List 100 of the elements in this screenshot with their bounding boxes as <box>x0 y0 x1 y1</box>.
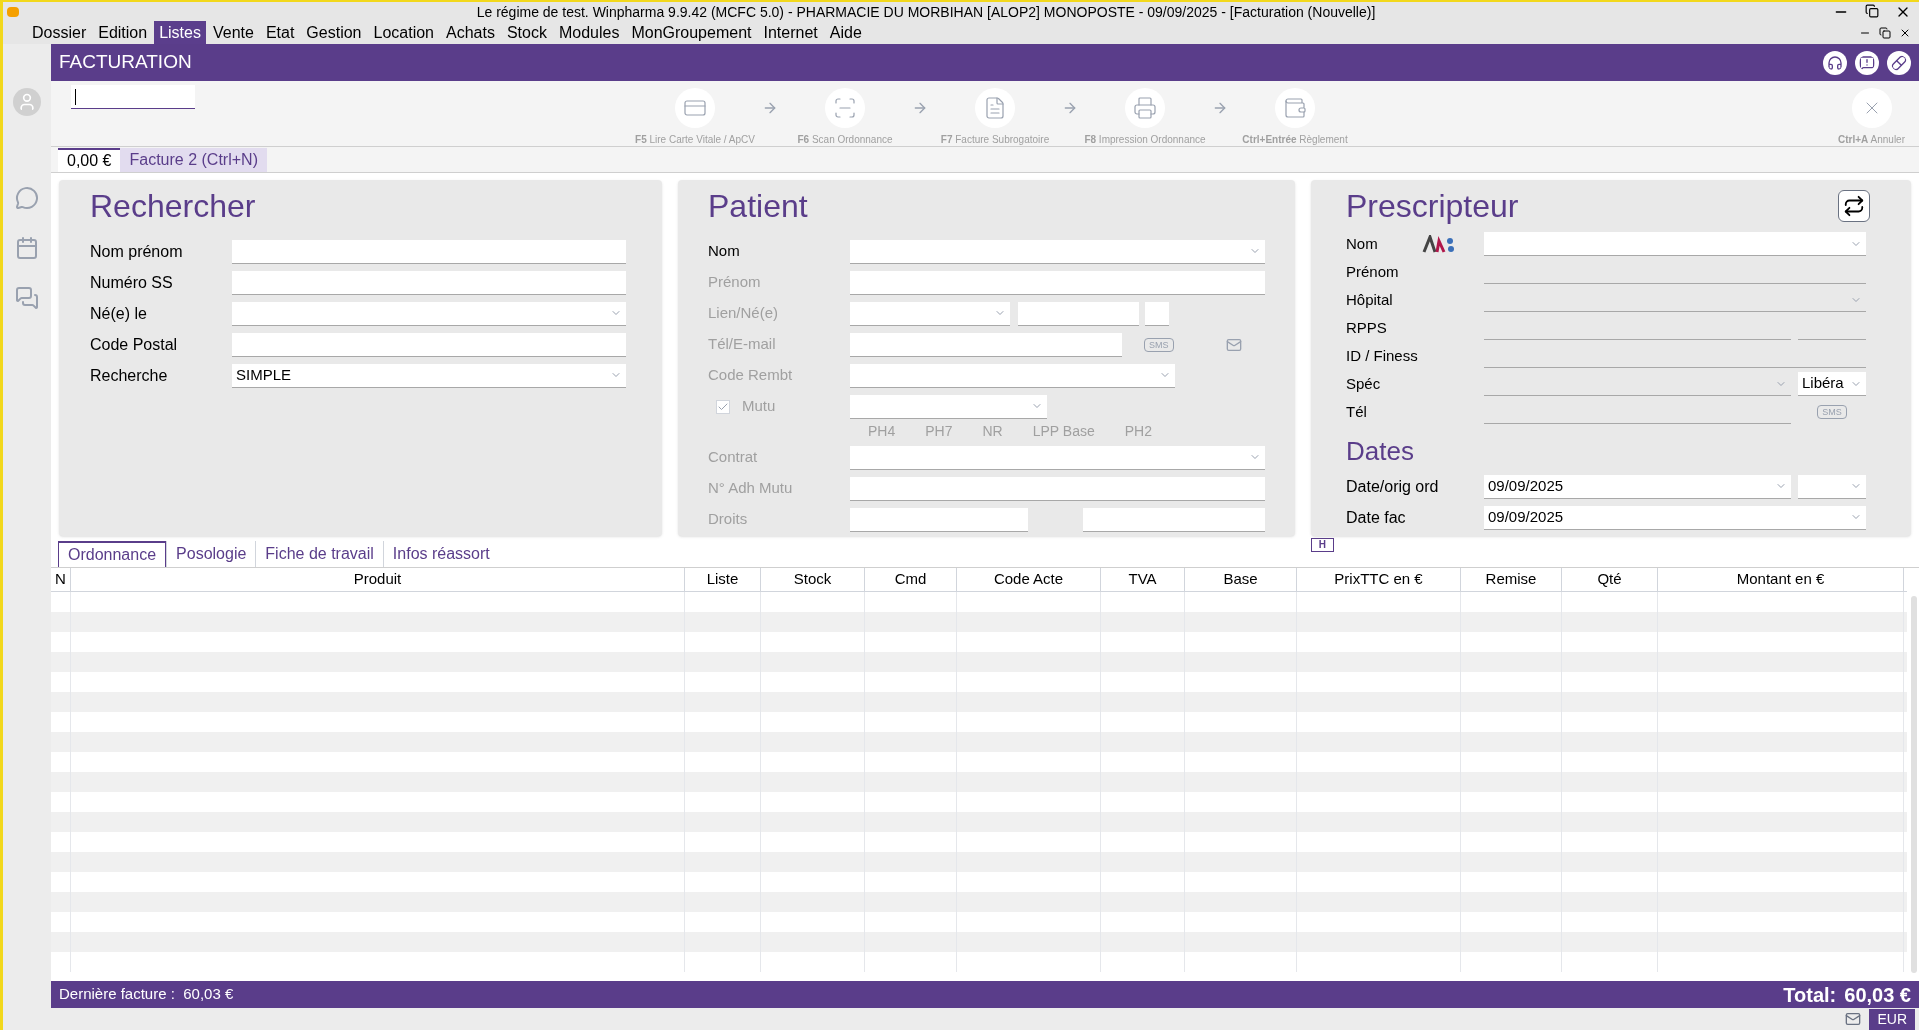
scan-icon <box>833 96 857 120</box>
detail-tab[interactable]: Posologie <box>166 541 256 567</box>
scrollbar[interactable] <box>1911 596 1917 973</box>
mail-icon[interactable] <box>1845 1011 1862 1027</box>
mail-icon[interactable] <box>1225 336 1242 353</box>
column-header[interactable]: Montant en € <box>1658 568 1904 591</box>
input-field[interactable] <box>850 476 1265 501</box>
dropdown-field[interactable] <box>232 301 626 326</box>
menu-item[interactable]: MonGroupement <box>626 21 757 45</box>
total-label: Total: <box>1783 982 1837 1008</box>
chat-icon[interactable] <box>15 186 39 210</box>
messages-icon[interactable] <box>15 286 39 310</box>
field-label: Recherche <box>90 365 169 386</box>
dropdown-field[interactable] <box>850 363 1175 388</box>
field-label: Hôpital <box>1346 289 1393 310</box>
field-label: Date/orig ord <box>1346 476 1440 497</box>
detail-tab[interactable]: Infos réassort <box>382 541 499 567</box>
detail-tab[interactable]: Ordonnance <box>58 541 167 567</box>
panel-title: Prescripteur <box>1346 187 1519 226</box>
input-field[interactable] <box>232 239 626 264</box>
arrow-icon <box>1212 100 1228 116</box>
section-title: Dates <box>1346 435 1415 468</box>
dropdown-field[interactable]: SIMPLE <box>232 363 626 388</box>
column-header[interactable]: Base <box>1185 568 1297 591</box>
printer-icon <box>1133 96 1157 120</box>
dropdown-field[interactable]: 09/09/2025 <box>1484 474 1791 499</box>
wallet-icon <box>1283 96 1307 120</box>
column-header[interactable]: Stock <box>761 568 865 591</box>
column-label: LPP Base <box>1032 422 1095 441</box>
feedback-icon[interactable] <box>1855 50 1879 75</box>
dropdown-field[interactable] <box>850 239 1265 264</box>
input-field[interactable] <box>232 332 626 357</box>
menu-item[interactable]: Gestion <box>301 21 367 45</box>
column-header[interactable]: Produit <box>71 568 685 591</box>
close-icon[interactable] <box>1899 27 1911 39</box>
panel-title: Patient <box>708 187 809 226</box>
user-icon[interactable] <box>13 88 41 116</box>
last-invoice-text: Dernière facture : 60,03 € <box>59 984 235 1005</box>
window-title: Le régime de test. Winpharma 9.9.42 (MCFC 5.0) - PHARMACIE DU MORBIHAN [ALOP2] MONOPOSTE - 09/09/2025 - [Facturation (Nouvelle)] <box>475 2 1377 22</box>
menu-item[interactable]: Vente <box>207 21 259 45</box>
menu-item[interactable]: Dossier <box>27 21 92 45</box>
invoice-tab[interactable]: 0,00 € <box>58 148 121 172</box>
field-label: Nom <box>1346 233 1378 254</box>
restore-icon[interactable] <box>1879 27 1891 39</box>
input-field[interactable] <box>1083 507 1265 532</box>
column-header[interactable]: Qté <box>1562 568 1658 591</box>
field-label: Né(e) le <box>90 303 148 324</box>
input-field[interactable] <box>1145 301 1169 326</box>
menu-item[interactable]: Stock <box>501 21 552 45</box>
dropdown-field[interactable] <box>1484 232 1866 256</box>
menu-item[interactable]: Edition <box>93 21 153 45</box>
pill-icon[interactable] <box>1887 50 1911 75</box>
field-label: N° Adh Mutu <box>708 478 794 499</box>
column-header[interactable]: N <box>51 568 71 591</box>
column-header[interactable]: Remise <box>1461 568 1562 591</box>
dropdown-field[interactable] <box>1798 474 1866 499</box>
column-label: PH4 <box>868 422 896 441</box>
input-field[interactable] <box>850 270 1265 295</box>
menu-item[interactable]: Listes <box>154 21 206 45</box>
app-logo-icon <box>7 7 19 17</box>
menu-item[interactable]: Achats <box>441 21 500 45</box>
column-header[interactable]: Code Acte <box>957 568 1101 591</box>
detail-tab[interactable]: Fiche de travail <box>255 541 383 567</box>
swap-icon[interactable] <box>1838 190 1870 222</box>
field-label: Spéc <box>1346 373 1381 394</box>
page-title: FACTURATION <box>59 50 193 75</box>
field-label: Mutu <box>742 396 776 417</box>
panel-title: Rechercher <box>90 187 257 226</box>
menu-item[interactable]: Modules <box>553 21 625 45</box>
input-field[interactable] <box>850 507 1028 532</box>
restore-icon[interactable] <box>1865 4 1879 18</box>
field-label: Prénom <box>708 272 762 293</box>
h-button[interactable]: H <box>1310 538 1334 552</box>
column-header[interactable]: Cmd <box>865 568 957 591</box>
search-input[interactable] <box>71 85 195 109</box>
input-field[interactable] <box>1018 301 1139 326</box>
field-label: Lien/Né(e) <box>708 303 780 324</box>
dropdown-field[interactable] <box>850 445 1265 470</box>
input-field[interactable] <box>232 270 626 295</box>
input-field[interactable] <box>850 332 1122 357</box>
column-header[interactable]: Liste <box>685 568 761 591</box>
calendar-icon[interactable] <box>15 236 39 260</box>
menu-item[interactable]: Etat <box>260 21 300 45</box>
field-label: Code Rembt <box>708 365 794 386</box>
headset-icon[interactable] <box>1823 50 1847 75</box>
dropdown-field[interactable] <box>850 394 1047 419</box>
menu-item[interactable]: Aide <box>824 21 867 45</box>
column-label: NR <box>982 422 1003 441</box>
column-label: PH7 <box>925 422 953 441</box>
column-header[interactable]: PrixTTC en € <box>1297 568 1461 591</box>
menu-item[interactable]: Internet <box>758 21 823 45</box>
invoice-tab[interactable]: Facture 2 (Ctrl+N) <box>120 148 267 172</box>
menu-item[interactable]: Location <box>368 21 439 45</box>
dropdown-field[interactable]: 09/09/2025 <box>1484 505 1866 530</box>
dropdown-field[interactable] <box>850 301 1010 326</box>
field-label: Nom <box>708 241 741 262</box>
dropdown-field[interactable]: Libéra <box>1798 372 1866 396</box>
column-header[interactable]: TVA <box>1101 568 1185 591</box>
field-label: Tél/E-mail <box>708 334 777 355</box>
arrow-icon <box>1062 100 1078 116</box>
